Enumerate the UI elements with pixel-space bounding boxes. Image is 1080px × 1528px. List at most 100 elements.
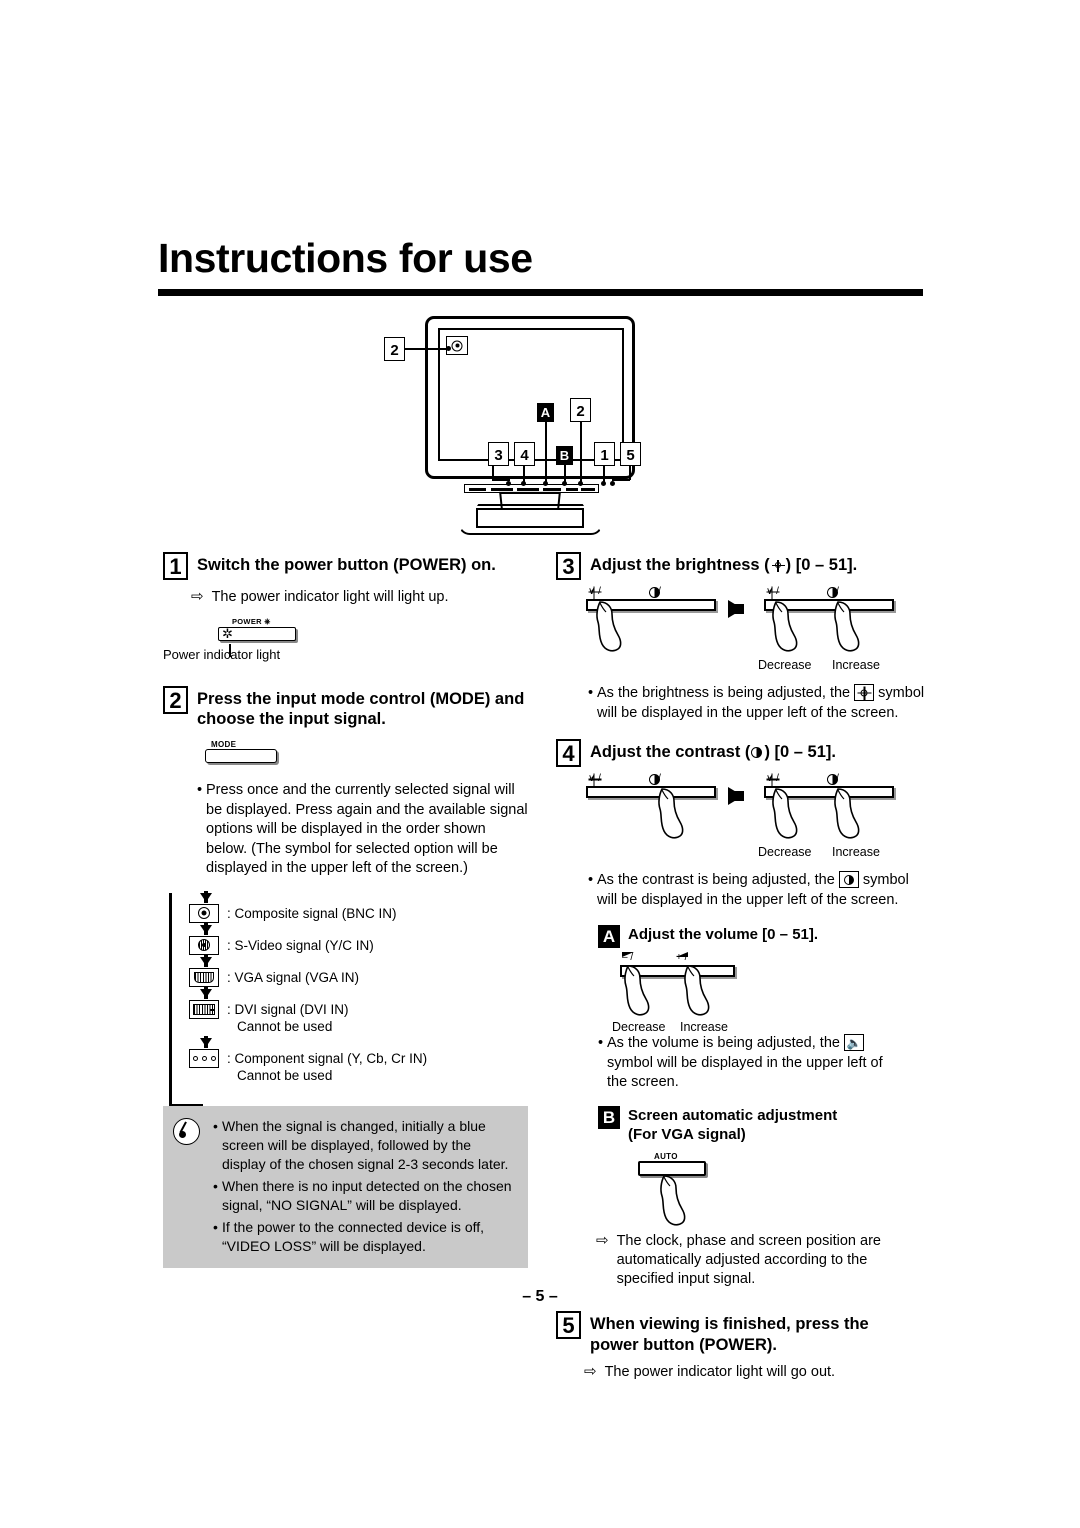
hand-pointer-icon xyxy=(770,787,800,841)
volume-symbol-box: 🔈 xyxy=(843,1034,864,1052)
callout-dot xyxy=(543,481,548,486)
callout-a: A xyxy=(537,403,554,422)
section-b-result: ⇨ The clock, phase and screen position a… xyxy=(596,1232,881,1288)
caption-decrease: Decrease xyxy=(612,1020,666,1035)
section-a-bullet: • As the volume is being adjusted, the 🔈… xyxy=(594,1034,894,1093)
signal-item: : Composite signal (BNC IN) xyxy=(169,903,528,923)
brightness-icon xyxy=(588,773,601,787)
composite-icon xyxy=(189,903,219,923)
step-3: 3 Adjust the brightness () [0 – 51]. ∨ /… xyxy=(556,552,926,723)
monitor-base-inner xyxy=(476,508,584,528)
section-b: B Screen automatic adjustment (For VGA s… xyxy=(596,1105,926,1289)
callout-dot xyxy=(521,481,526,486)
hand-pointer-icon xyxy=(622,964,652,1018)
signal-item: : DVI signal (DVI IN) Cannot be used xyxy=(169,999,528,1036)
signal-item: : Component signal (Y, Cb, Cr IN) Cannot… xyxy=(169,1048,528,1085)
brightness-icon xyxy=(588,586,601,599)
bullet-dot: • xyxy=(587,685,594,701)
step-1-result: ⇨ The power indicator light will light u… xyxy=(191,588,449,605)
callout-b: B xyxy=(556,446,573,465)
note-item: • When the signal is changed, initially … xyxy=(209,1117,516,1173)
caption-decrease: Decrease xyxy=(758,845,812,860)
hand-pointer-icon xyxy=(656,787,686,841)
step-4-bullet: • As the contrast is being adjusted, the… xyxy=(584,871,926,910)
document-page: Instructions for use 2 A 2 3 4 B 1 5 1 S… xyxy=(0,0,1080,1528)
callout-dot xyxy=(562,481,567,486)
contrast-slider-illustration: ∨ / ∧ / ∨ / ∧ / Decrease Increase xyxy=(556,773,926,859)
component-icon xyxy=(189,1048,219,1068)
flow-arrow-icon xyxy=(200,954,212,967)
mode-button-cap: MODE xyxy=(211,740,237,750)
caption-increase: Increase xyxy=(832,845,880,860)
hand-pointer-icon xyxy=(682,964,712,1018)
monitor-diagram: 2 A 2 3 4 B 1 5 xyxy=(380,312,670,537)
note-item: • When there is no input detected on the… xyxy=(209,1177,516,1214)
bullet-dot: • xyxy=(196,782,203,799)
note-pencil-icon xyxy=(173,1118,200,1146)
step-3-bullet: • As the brightness is being adjusted, t… xyxy=(584,684,926,723)
callout-5: 5 xyxy=(620,442,641,466)
hand-pointer-icon xyxy=(594,600,624,654)
section-b-letter: B xyxy=(598,1105,620,1129)
callout-dot xyxy=(610,481,615,486)
volume-slider-illustration: – / + / Decrease Increase xyxy=(612,952,926,1035)
hand-pointer-icon xyxy=(658,1174,688,1228)
step-2-number: 2 xyxy=(163,685,188,714)
callout-3: 3 xyxy=(488,442,509,466)
brightness-slider-illustration: ∨ / ∧ / ∨ / ∧ / Decrease Increase xyxy=(556,586,926,672)
contrast-icon xyxy=(648,586,660,598)
callout-lead xyxy=(492,466,494,480)
power-button-cap: POWER xyxy=(232,616,262,626)
contrast-symbol-box xyxy=(838,871,859,889)
callout-dot xyxy=(578,481,583,486)
arrow-right-icon xyxy=(728,787,744,806)
flow-arrow-icon xyxy=(200,890,212,903)
step-5: 5 When viewing is finished, press the po… xyxy=(556,1310,926,1382)
flow-arrow-icon xyxy=(200,922,212,935)
arrow-right-icon xyxy=(728,600,744,618)
bullet-dot: • xyxy=(213,1178,218,1195)
hand-pointer-icon xyxy=(770,600,800,654)
volume-down-icon xyxy=(622,952,634,958)
svideo-icon xyxy=(189,935,219,955)
power-led-icon: ✲ xyxy=(222,625,233,641)
step-3-title: Adjust the brightness () [0 – 51]. xyxy=(590,556,858,574)
callout-dot xyxy=(506,481,511,486)
callout-4: 4 xyxy=(514,442,535,466)
arrow-right-icon: ⇨ xyxy=(584,1363,597,1381)
brightness-icon xyxy=(766,773,779,787)
caption-decrease: Decrease xyxy=(758,658,812,672)
title-rule xyxy=(158,289,923,296)
callout-camera: 2 xyxy=(384,337,405,361)
caption-increase: Increase xyxy=(680,1020,728,1035)
dvi-icon xyxy=(189,999,219,1019)
bullet-dot: • xyxy=(213,1118,218,1135)
signal-item: : S-Video signal (Y/C IN) xyxy=(169,935,528,955)
bullet-dot: • xyxy=(587,872,594,889)
brightness-icon xyxy=(766,586,779,599)
left-column: 1 Switch the power button (POWER) on. ⇨ … xyxy=(163,552,528,1272)
step-4: 4 Adjust the contrast () [0 – 51]. ∨ / ∧… xyxy=(556,739,926,910)
contrast-icon xyxy=(826,773,838,786)
callout-dot xyxy=(601,481,606,486)
volume-up-icon xyxy=(676,952,688,958)
page-number: – 5 – xyxy=(522,1288,558,1305)
callout-lead xyxy=(405,348,447,350)
section-a: A Adjust the volume [0 – 51]. – / + / De… xyxy=(598,924,926,1093)
page-title: Instructions for use xyxy=(158,235,533,281)
step-4-number: 4 xyxy=(556,739,581,768)
hand-pointer-icon xyxy=(832,600,862,654)
auto-button-cap: AUTO xyxy=(654,1152,678,1162)
step-5-number: 5 xyxy=(556,1310,581,1339)
contrast-icon xyxy=(750,746,764,760)
mode-button-illustration: MODE xyxy=(205,740,277,764)
step-2-bullet: • Press once and the currently selected … xyxy=(193,781,528,879)
auto-button-illustration: AUTO xyxy=(602,1152,926,1226)
contrast-icon xyxy=(648,773,660,786)
step-5-result: ⇨ The power indicator light will go out. xyxy=(584,1363,836,1381)
flow-arrow-icon xyxy=(200,986,212,999)
step-5-title: When viewing is finished, press the powe… xyxy=(590,1314,869,1354)
signal-item: : VGA signal (VGA IN) xyxy=(169,967,528,987)
callout-lead xyxy=(545,422,547,485)
right-column: 3 Adjust the brightness () [0 – 51]. ∨ /… xyxy=(556,552,926,1386)
